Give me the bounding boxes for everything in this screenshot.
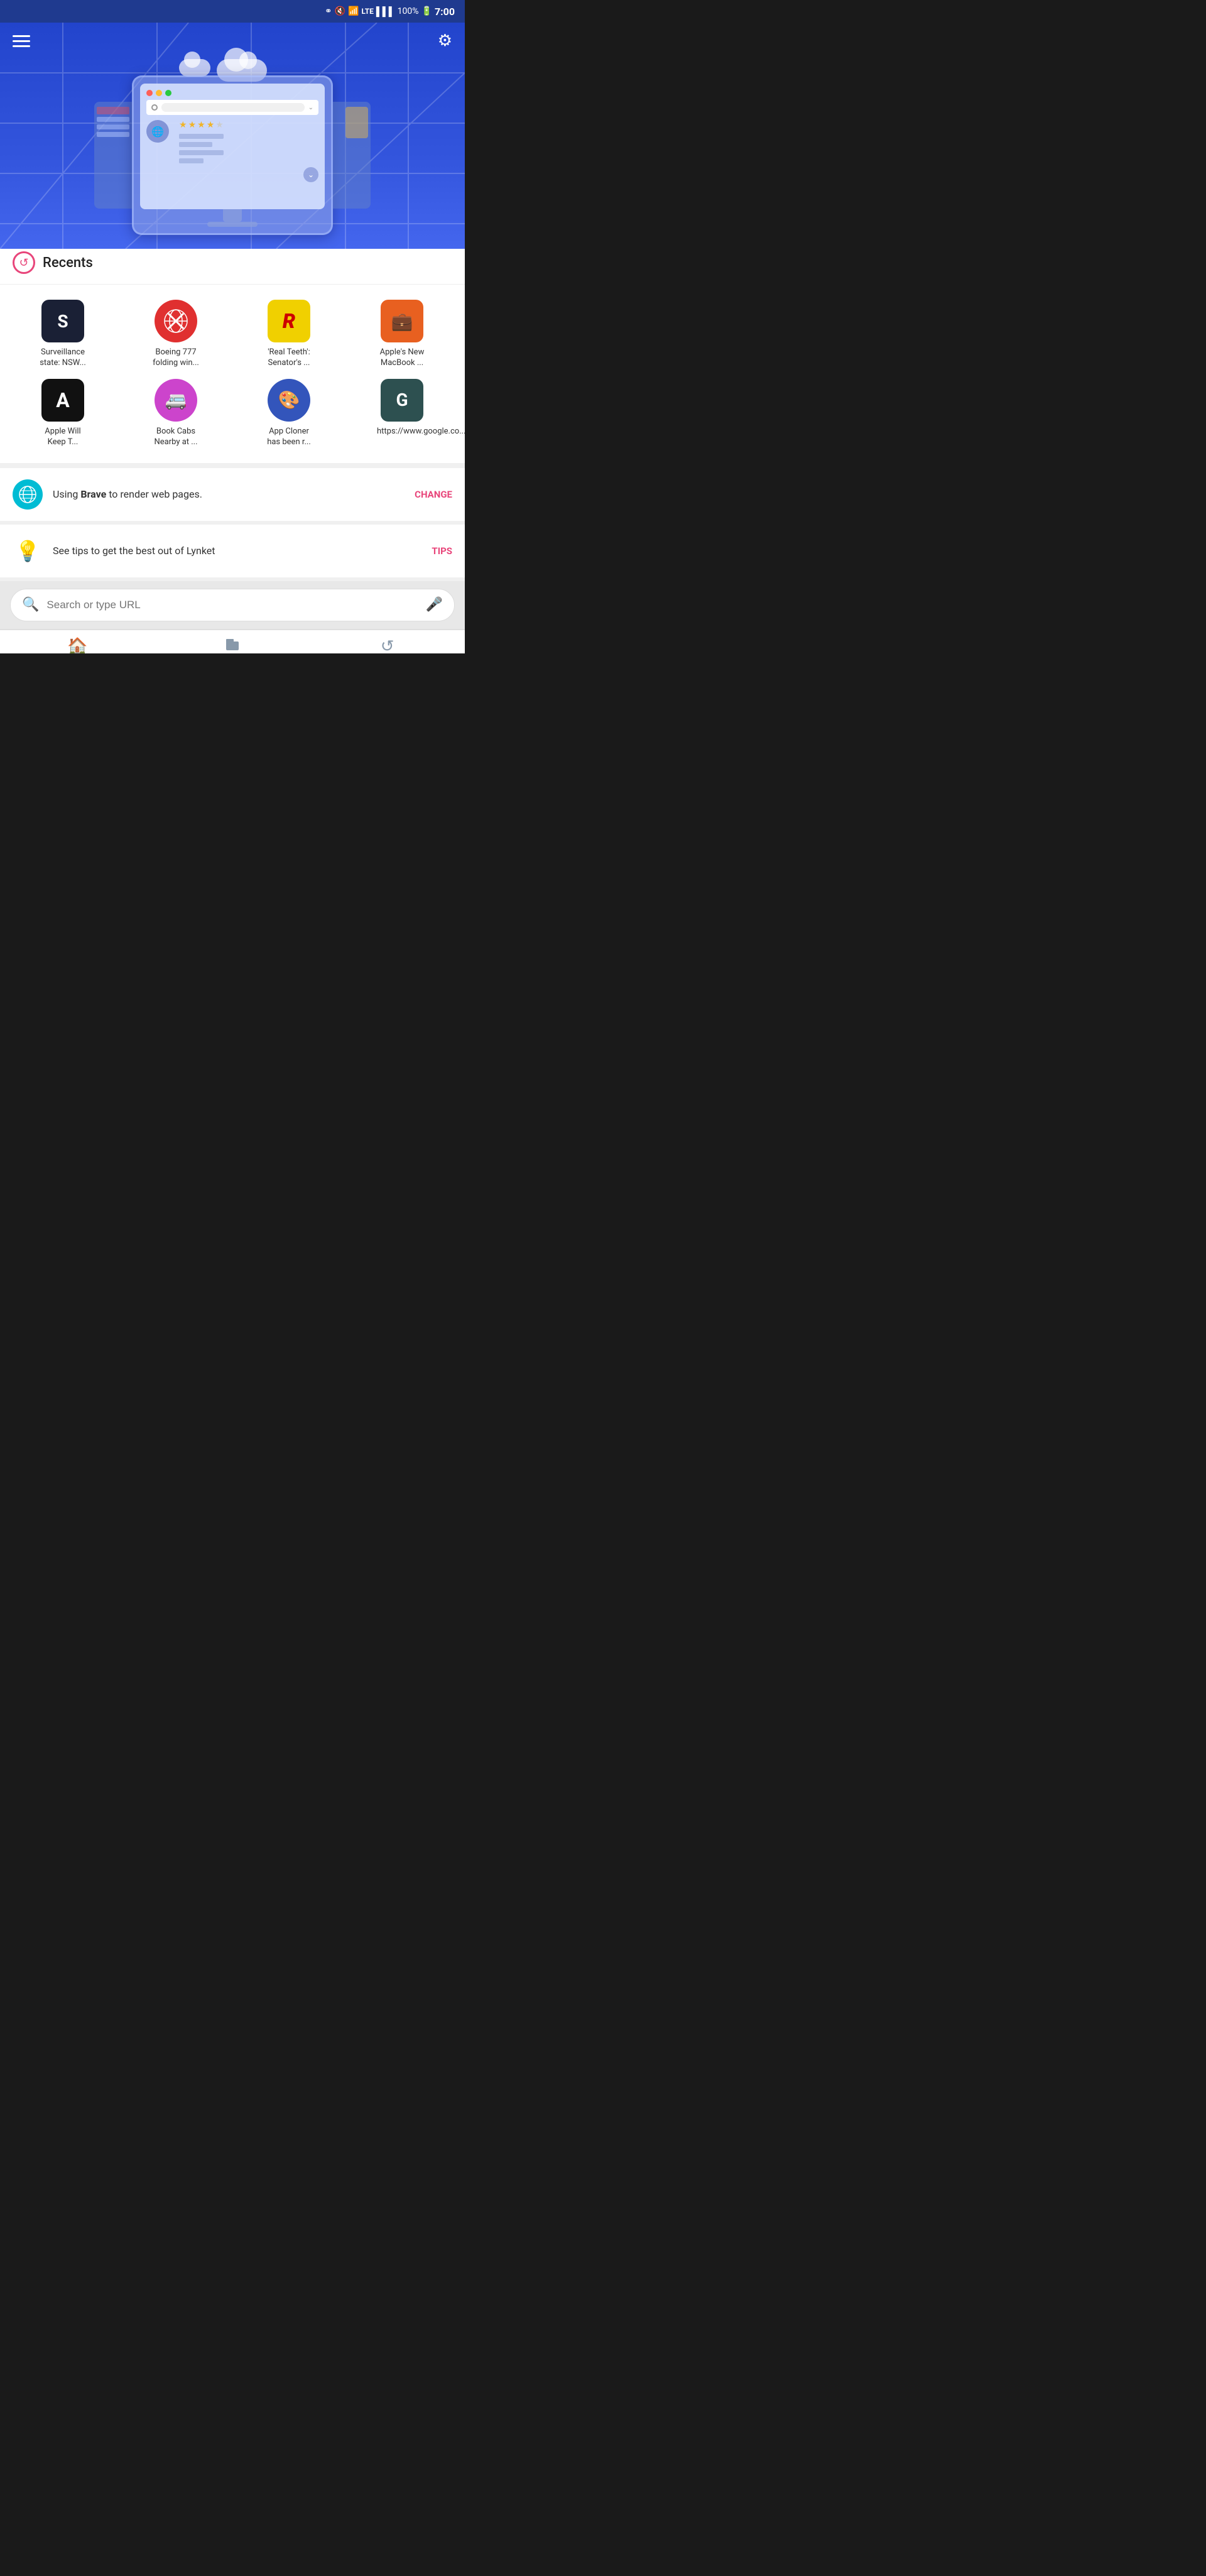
status-icons: ⚭ 🔇 📶 LTE ▌▌▌ 100% 🔋 7:00 bbox=[325, 6, 455, 18]
recent-item-realteeth[interactable]: R 'Real Teeth': Senator's ... bbox=[232, 295, 345, 374]
tips-bulb-icon: 💡 bbox=[13, 536, 43, 566]
screen-content-lines bbox=[179, 134, 224, 163]
recent-icon-a: A bbox=[41, 379, 84, 422]
recent-item-bookcabs[interactable]: 🚐 Book Cabs Nearby at ... bbox=[119, 374, 232, 453]
recent-icon-van: 🚐 bbox=[155, 379, 197, 422]
right-panel-box bbox=[345, 107, 368, 138]
monitor-frame: ⌄ 🌐 ★★★★★ bbox=[132, 75, 333, 235]
microphone-icon[interactable]: 🎤 bbox=[426, 597, 443, 613]
recent-label-surveillance: Surveillance state: NSW... bbox=[38, 347, 88, 369]
nav-tabs[interactable]: Tabs bbox=[155, 636, 310, 653]
bluetooth-icon: ⚭ bbox=[325, 6, 332, 16]
recent-label-appcloner: App Cloner has been r... bbox=[264, 427, 314, 448]
screen-content: 🌐 ★★★★★ bbox=[146, 120, 318, 167]
search-container: 🔍 🎤 bbox=[0, 581, 465, 630]
recent-label-macbook: Apple's New MacBook ... bbox=[377, 347, 427, 369]
recent-icon-g: G bbox=[381, 379, 423, 422]
clock: 7:00 bbox=[435, 6, 455, 18]
recents-icon: ↺ bbox=[13, 251, 35, 274]
recents-grid: S Surveillance state: NSW... Bo bbox=[0, 285, 465, 468]
recent-label-boeing: Boeing 777 folding win... bbox=[151, 347, 201, 369]
battery-icon: 🔋 bbox=[421, 6, 432, 16]
browser-brand: Brave bbox=[80, 488, 106, 500]
screen-stars: ★★★★★ bbox=[179, 120, 224, 130]
lte-label: LTE bbox=[362, 7, 374, 16]
recent-icon-boeing bbox=[155, 300, 197, 342]
main-scroll-area[interactable]: ↺ Recents S Surveillance state: NSW... bbox=[0, 249, 465, 653]
recent-item-google[interactable]: G https://www.google.co... bbox=[345, 374, 459, 453]
screen-globe-icon: 🌐 bbox=[146, 120, 169, 143]
recent-icon-briefcase: 💼 bbox=[381, 300, 423, 342]
cloud-small bbox=[179, 59, 210, 77]
screen-main-content: 🌐 ★★★★★ bbox=[146, 120, 318, 167]
tips-button[interactable]: TIPS bbox=[432, 545, 452, 557]
recent-icon-palette: 🎨 bbox=[268, 379, 310, 422]
signal-icon: ▌▌▌ bbox=[376, 6, 395, 17]
monitor-stand bbox=[223, 209, 242, 222]
monitor-screen: ⌄ 🌐 ★★★★★ bbox=[140, 84, 325, 209]
battery-percent: 100% bbox=[398, 6, 419, 16]
wifi-icon: 📶 bbox=[348, 6, 359, 16]
recent-item-boeing[interactable]: Boeing 777 folding win... bbox=[119, 295, 232, 374]
status-bar: ⚭ 🔇 📶 LTE ▌▌▌ 100% 🔋 7:00 bbox=[0, 0, 465, 23]
banner-header: ⚙ ⌄ bbox=[0, 23, 465, 249]
recent-item-macbook[interactable]: 💼 Apple's New MacBook ... bbox=[345, 295, 459, 374]
recent-icon-s: S bbox=[41, 300, 84, 342]
history-icon: ↺ bbox=[381, 637, 394, 653]
nav-home[interactable]: 🏠 Home bbox=[0, 637, 155, 653]
tabs-icon bbox=[224, 636, 241, 653]
recent-label-realteeth: 'Real Teeth': Senator's ... bbox=[264, 347, 314, 369]
browser-banner-text: Using Brave to render web pages. bbox=[53, 487, 405, 502]
search-input[interactable] bbox=[46, 599, 418, 611]
recent-item-apple-keep[interactable]: A Apple Will Keep T... bbox=[6, 374, 119, 453]
monitor-right-panel bbox=[333, 102, 371, 209]
recent-icon-r: R bbox=[268, 300, 310, 342]
recent-item-appcloner[interactable]: 🎨 App Cloner has been r... bbox=[232, 374, 345, 453]
volume-icon: 🔇 bbox=[335, 6, 345, 16]
nav-history[interactable]: ↺ History bbox=[310, 637, 465, 653]
browser-globe-icon bbox=[13, 479, 43, 510]
browser-text-suffix: to render web pages. bbox=[106, 488, 202, 500]
monitor-left-panel bbox=[94, 102, 132, 209]
screen-address-bar: ⌄ bbox=[146, 100, 318, 115]
tips-banner: 💡 See tips to get the best out of Lynket… bbox=[0, 525, 465, 581]
recent-label-google: https://www.google.co... bbox=[377, 427, 427, 437]
recents-header: ↺ Recents bbox=[0, 249, 465, 285]
monitor-illustration: ⌄ 🌐 ★★★★★ bbox=[94, 75, 371, 235]
tips-banner-text: See tips to get the best out of Lynket bbox=[53, 543, 421, 559]
bottom-nav: 🏠 Home Tabs ↺ History bbox=[0, 630, 465, 653]
monitor-base bbox=[207, 222, 258, 227]
home-icon: 🏠 bbox=[67, 637, 87, 653]
search-bar[interactable]: 🔍 🎤 bbox=[10, 589, 455, 621]
search-icon: 🔍 bbox=[22, 597, 39, 613]
recents-title: Recents bbox=[43, 255, 93, 271]
browser-banner: Using Brave to render web pages. CHANGE bbox=[0, 468, 465, 525]
recent-label-apple-keep: Apple Will Keep T... bbox=[38, 427, 88, 448]
browser-text-prefix: Using bbox=[53, 488, 80, 500]
recent-label-bookcabs: Book Cabs Nearby at ... bbox=[151, 427, 201, 448]
main-content: ↺ Recents S Surveillance state: NSW... bbox=[0, 249, 465, 653]
change-browser-button[interactable]: CHANGE bbox=[415, 489, 452, 500]
recent-item-surveillance[interactable]: S Surveillance state: NSW... bbox=[6, 295, 119, 374]
